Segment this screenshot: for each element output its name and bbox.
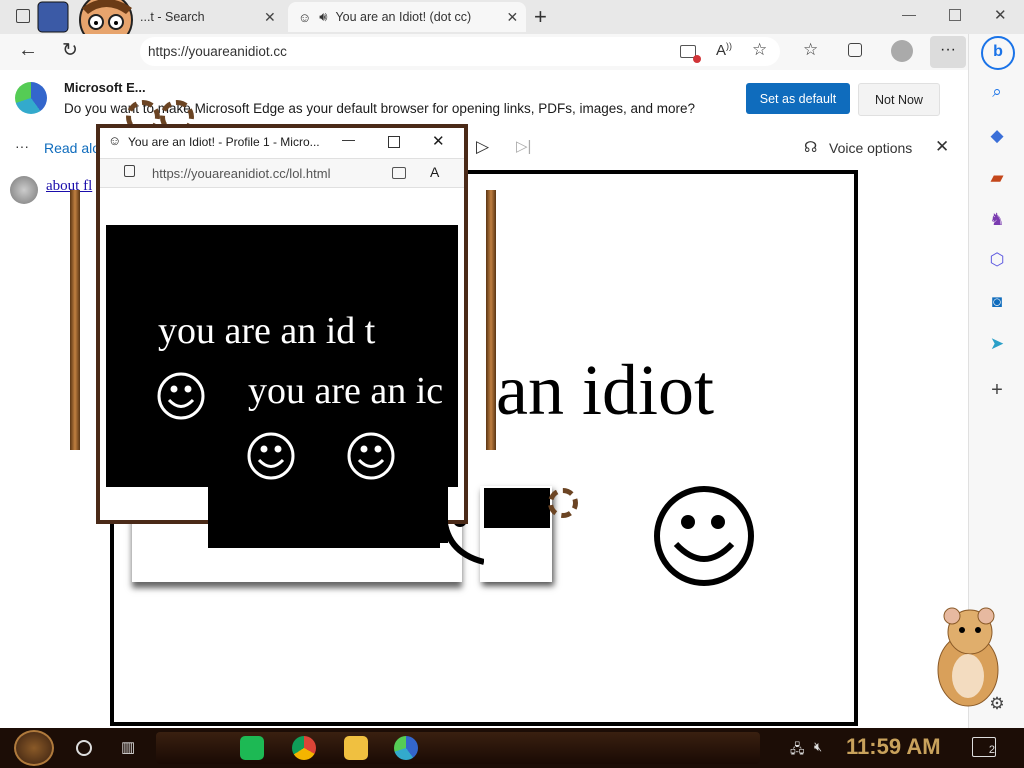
ghost-window: [208, 483, 448, 543]
read-aloud-icon[interactable]: A)): [716, 41, 732, 59]
set-as-default-button[interactable]: Set as default: [746, 83, 850, 114]
read-aloud-icon[interactable]: A: [430, 164, 439, 180]
favorites-icon[interactable]: ☆: [803, 40, 818, 60]
tab-actions-icon[interactable]: [16, 9, 30, 23]
settings-more-button[interactable]: ···: [930, 36, 966, 68]
popup-addressbar[interactable]: https://youareanidiot.cc/lol.html A: [100, 158, 464, 188]
smiley-icon: [347, 432, 395, 480]
gear-icon: [548, 488, 578, 518]
play-icon[interactable]: ▷: [476, 137, 489, 157]
maximize-button[interactable]: [388, 136, 400, 148]
lock-icon: [124, 165, 135, 177]
edge-taskbar-icon[interactable]: [394, 736, 418, 760]
popup-window-body: ☺ You are an Idiot! - Profile 1 - Micro.…: [100, 128, 464, 520]
start-button[interactable]: [14, 730, 54, 766]
file-explorer-icon[interactable]: [344, 736, 368, 760]
edge-logo-icon: [15, 82, 47, 114]
microsoft-365-icon[interactable]: ⬡: [987, 250, 1007, 270]
search-icon[interactable]: ⌕: [987, 82, 1007, 102]
back-arrow-icon[interactable]: ←: [18, 39, 38, 62]
network-icon[interactable]: 🖧: [790, 740, 805, 762]
close-icon[interactable]: ✕: [506, 9, 518, 26]
close-icon[interactable]: ✕: [935, 137, 949, 157]
taskbar: ▥ 🖧 🔇︎ 11:59 AM 2: [0, 728, 1024, 768]
new-tab-button[interactable]: +: [534, 4, 547, 30]
popup-text-b: you are an ic: [248, 370, 444, 412]
notification-center-icon[interactable]: 2: [972, 737, 996, 757]
smiley-icon: [157, 372, 205, 420]
main-text: an idiot: [496, 350, 714, 430]
minimize-button[interactable]: —: [342, 132, 355, 147]
smiley-icon: [654, 486, 754, 586]
smiley-icon: [247, 432, 295, 480]
tab-search[interactable]: ...t - Search ✕: [140, 2, 280, 32]
clock-time[interactable]: 11:59 AM: [846, 734, 941, 760]
volume-muted-icon[interactable]: 🔇︎: [814, 739, 822, 755]
speaker-icon[interactable]: 🔊︎: [319, 9, 327, 25]
profile-avatar-icon[interactable]: [891, 40, 913, 62]
url-text: https://youareanidiot.cc: [148, 44, 287, 59]
search-circle-icon[interactable]: [76, 740, 92, 756]
smiley-favicon-icon: ☺: [108, 133, 122, 148]
next-icon[interactable]: ▷|: [516, 137, 531, 155]
voice-options-button[interactable]: Voice options: [829, 140, 912, 156]
ghost-window: [484, 488, 550, 528]
close-icon[interactable]: ✕: [264, 9, 276, 26]
popup-title: You are an Idiot! - Profile 1 - Micro...: [128, 135, 320, 149]
not-now-button[interactable]: Not Now: [858, 83, 940, 116]
collections-icon[interactable]: [848, 43, 862, 57]
popup-black-panel: you are an id t you are an ic: [106, 225, 458, 487]
speaker-image-icon: [10, 176, 38, 204]
outlook-icon[interactable]: ◙: [987, 292, 1007, 312]
chrome-icon[interactable]: [292, 736, 316, 760]
popup-window[interactable]: ☺ You are an Idiot! - Profile 1 - Micro.…: [96, 124, 468, 524]
tab-strip: ...t - Search ✕ ☺ 🔊︎ You are an Idiot! (…: [0, 0, 1024, 47]
navigation-toolbar: ← ↻ https://youareanidiot.cc A)) ☆ ☆ ···: [0, 34, 968, 70]
refresh-icon[interactable]: ↻: [62, 39, 78, 62]
tools-briefcase-icon[interactable]: ▰: [987, 168, 1007, 188]
tab-youareanidiot[interactable]: ☺ 🔊︎ You are an Idiot! (dot cc) ✕: [288, 2, 526, 32]
voice-options-icon[interactable]: ☊: [804, 138, 817, 156]
notification-count: 2: [988, 744, 995, 756]
drop-send-icon[interactable]: ➤: [987, 334, 1007, 354]
tab-title: You are an Idiot! (dot cc): [335, 10, 472, 24]
task-view-icon[interactable]: ▥: [121, 738, 135, 756]
popup-blocked-icon[interactable]: [680, 45, 701, 63]
games-chess-icon[interactable]: ♞: [987, 210, 1007, 230]
restore-button[interactable]: [949, 9, 961, 21]
close-window-button[interactable]: ✕: [432, 132, 445, 150]
shopping-tag-icon[interactable]: ◆: [987, 126, 1007, 146]
add-favorite-icon[interactable]: ☆: [752, 40, 767, 60]
more-dots-icon[interactable]: ···: [15, 138, 29, 154]
steampunk-pipe-left: [70, 190, 80, 450]
popup-titlebar: ☺ You are an Idiot! - Profile 1 - Micro.…: [100, 128, 464, 156]
infobar-title: Microsoft E...: [64, 80, 146, 95]
close-window-button[interactable]: ✕: [994, 6, 1007, 24]
popup-url: https://youareanidiot.cc/lol.html: [152, 166, 331, 181]
spotify-notes-icon[interactable]: [240, 736, 264, 760]
bing-chat-icon[interactable]: b: [981, 36, 1015, 70]
hamster-mascot: [926, 604, 1004, 708]
popup-blocked-icon[interactable]: [392, 167, 406, 179]
add-icon[interactable]: +: [987, 379, 1007, 401]
read-aloud-label: Read alo: [44, 140, 101, 156]
popup-text-a: you are an id t: [158, 310, 376, 352]
tab-search-title: ...t - Search: [140, 10, 205, 24]
steampunk-pipe-right: [486, 190, 496, 450]
smiley-favicon-icon: ☺: [298, 9, 312, 25]
minimize-button[interactable]: —: [902, 6, 916, 22]
